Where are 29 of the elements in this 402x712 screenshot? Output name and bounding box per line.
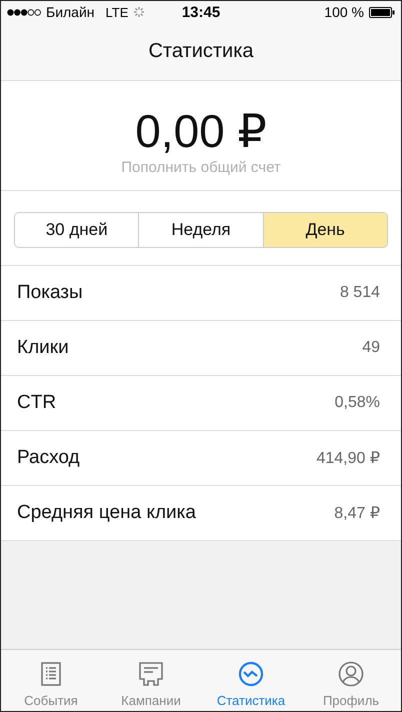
top-up-link[interactable]: Пополнить общий счет — [121, 159, 281, 176]
stat-value: 8,47 ₽ — [334, 504, 380, 523]
network-type: LTE — [106, 4, 128, 20]
nav-title: Статистика — [148, 40, 254, 63]
tab-bar-item[interactable]: Статистика — [201, 650, 301, 711]
stat-value: 8 514 — [340, 284, 380, 302]
stat-label: Клики — [17, 337, 69, 359]
battery-percent: 100 % — [324, 4, 364, 20]
stat-value: 414,90 ₽ — [316, 449, 380, 468]
signal-icon — [7, 8, 41, 16]
stat-value: 49 — [362, 339, 380, 357]
billboard-icon — [138, 661, 164, 687]
stat-label: Расход — [17, 447, 80, 469]
chart-circle-icon — [238, 661, 264, 687]
period-tab[interactable]: День — [262, 213, 387, 247]
battery-icon — [369, 6, 395, 18]
stat-label: CTR — [17, 392, 56, 414]
carrier-name: Билайн — [46, 4, 95, 20]
stat-label: Показы — [17, 282, 83, 304]
list-icon — [38, 661, 64, 687]
stat-label: Средняя цена клика — [17, 502, 196, 524]
tab-bar-item[interactable]: События — [1, 650, 101, 711]
user-icon — [338, 661, 364, 687]
balance-amount: 0,00 ₽ — [135, 105, 267, 157]
tab-bar-item[interactable]: Кампании — [101, 650, 201, 711]
tab-bar-item[interactable]: Профиль — [301, 650, 401, 711]
activity-spinner-icon — [133, 6, 146, 18]
stat-value: 0,58% — [334, 394, 380, 412]
status-time: 13:45 — [182, 4, 220, 20]
